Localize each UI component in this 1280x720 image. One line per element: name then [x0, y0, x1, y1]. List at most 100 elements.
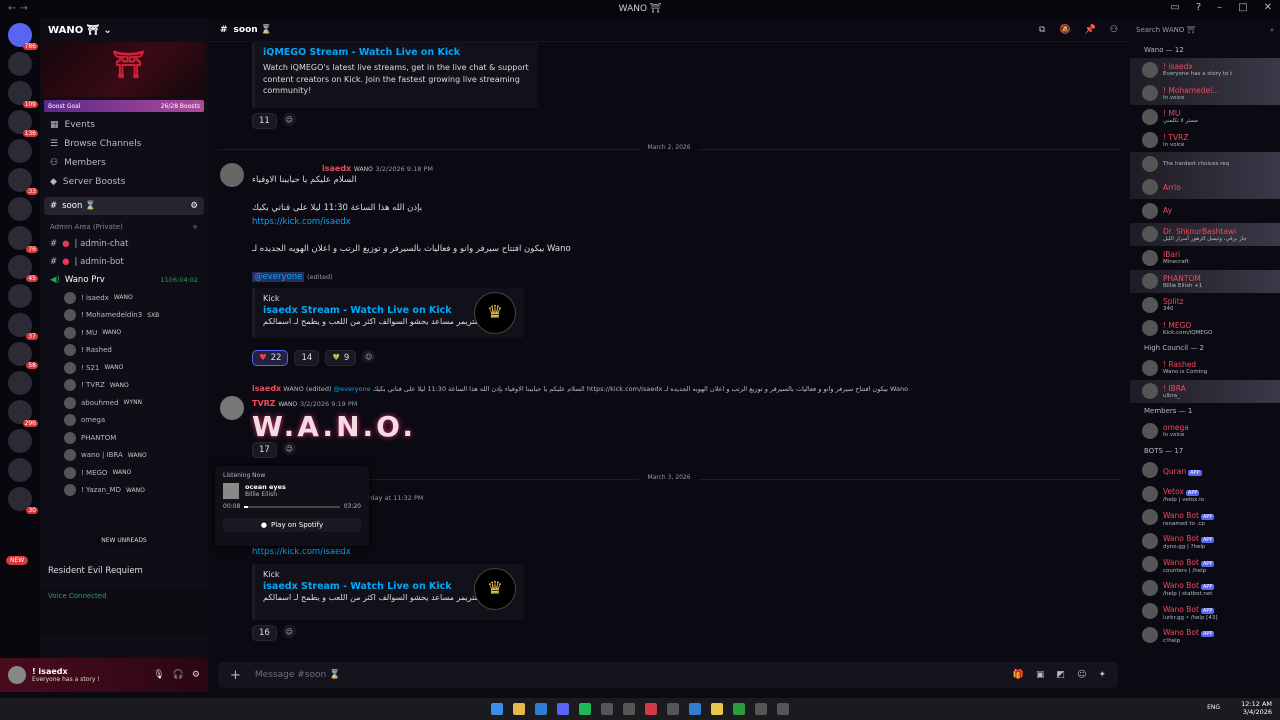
member-item[interactable]: Dr. ShkourBashtawi جاز برقي، وتيمبل الزهو… — [1130, 222, 1280, 246]
start-icon[interactable] — [491, 703, 503, 715]
member-item[interactable]: Wano Bot APP lurkr.gg • /help [43] — [1130, 600, 1280, 624]
browser-icon[interactable] — [535, 703, 547, 715]
reply-preview[interactable]: isaedx WANO (edited) @everyone السلام عل… — [252, 384, 1112, 393]
voice-user[interactable]: ! isaedx WANO — [40, 289, 208, 307]
nav-arrows[interactable]: ← → — [8, 3, 28, 14]
reaction-green-heart[interactable]: ♥ 9 — [325, 350, 357, 366]
server-icon[interactable] — [8, 458, 32, 482]
member-list-icon[interactable]: ⚇ — [1110, 25, 1118, 35]
username[interactable]: TVRZ — [252, 399, 276, 408]
discord-icon[interactable] — [557, 703, 569, 715]
avatar[interactable] — [8, 666, 26, 684]
members-item[interactable]: ⚇ Members — [40, 153, 208, 172]
reaction[interactable]: 17 — [252, 442, 277, 458]
server-icon[interactable] — [8, 371, 32, 395]
play-on-spotify-button[interactable]: ● Play on Spotify — [223, 518, 361, 532]
headphones-icon[interactable]: 🎧 — [173, 670, 184, 680]
server-icon[interactable] — [8, 139, 32, 163]
server-icon[interactable]: 109 — [8, 81, 38, 108]
app-icon[interactable] — [667, 703, 679, 715]
member-item[interactable]: Wano Bot APP c!help — [1130, 623, 1280, 647]
mention[interactable]: @everyone — [252, 272, 305, 282]
reaction[interactable]: 16 — [252, 625, 277, 641]
add-member-icon[interactable]: ⚙ — [190, 201, 198, 211]
explorer-icon[interactable] — [513, 703, 525, 715]
app-icon[interactable] — [755, 703, 767, 715]
app-icon[interactable] — [689, 703, 701, 715]
gift-icon[interactable]: 🎁 — [1013, 670, 1024, 680]
voice-user[interactable]: PHANTOM — [40, 429, 208, 447]
add-reaction-icon[interactable]: ☺ — [282, 113, 296, 126]
channel-admin-bot[interactable]: # ● | admin-bot — [40, 253, 208, 271]
voice-user[interactable]: ! Yazan_MD WANO — [40, 482, 208, 500]
add-reaction-icon[interactable]: ☺ — [362, 350, 376, 363]
new-pill[interactable]: NEW — [6, 556, 29, 565]
boost-goal-bar[interactable]: Boost Goal 26/28 Boosts — [44, 100, 204, 112]
voice-user[interactable]: ! S21 WANO — [40, 359, 208, 377]
voice-user[interactable]: ! MU WANO — [40, 324, 208, 342]
voice-user[interactable]: abouhmed WYNN — [40, 394, 208, 412]
avatar[interactable] — [220, 396, 244, 420]
avatar[interactable] — [220, 163, 244, 187]
member-item[interactable]: ! isaedx Everyone has a story to t — [1130, 58, 1280, 82]
message-link[interactable]: https://kick.com/isaedx — [252, 547, 351, 557]
server-icon[interactable]: 58 — [8, 342, 38, 369]
message-input[interactable]: + Message #soon ⌛ 🎁 ▣ ◩ ☺ ✦ — [218, 662, 1118, 688]
server-icon[interactable]: 33 — [8, 168, 38, 195]
add-reaction-icon[interactable]: ☺ — [282, 625, 296, 638]
app-icon[interactable] — [601, 703, 613, 715]
username[interactable]: isaedx — [322, 164, 351, 173]
member-item[interactable]: ! MEGO Kick.com/iQMEGO — [1130, 317, 1280, 341]
settings-icon[interactable] — [777, 703, 789, 715]
apps-icon[interactable]: ✦ — [1098, 670, 1106, 680]
server-icon[interactable] — [8, 429, 32, 453]
member-item[interactable]: Arrio — [1130, 175, 1280, 199]
server-icon[interactable]: 45 — [8, 255, 38, 282]
sticker-icon[interactable]: ◩ — [1057, 670, 1066, 680]
browse-channels-item[interactable]: ☰ Browse Channels — [40, 134, 208, 153]
threads-icon[interactable]: ⧉ — [1039, 25, 1045, 35]
member-item[interactable]: PHANTOM Billie Eilish +1 — [1130, 269, 1280, 293]
xbox-icon[interactable] — [733, 703, 745, 715]
gif-icon[interactable]: ▣ — [1036, 670, 1045, 680]
plus-icon[interactable]: + — [230, 668, 241, 683]
add-reaction-icon[interactable]: ☺ — [282, 442, 296, 455]
server-icon[interactable]: 786 — [8, 23, 38, 50]
gear-icon[interactable]: ⚙ — [192, 670, 200, 680]
member-item[interactable]: ! Rashed Wano is Coming — [1130, 356, 1280, 380]
pin-icon[interactable]: 📌 — [1085, 25, 1096, 35]
emoji-icon[interactable]: ☺ — [1077, 670, 1086, 680]
new-unreads-pill[interactable]: NEW UNREADS — [40, 532, 208, 546]
category-admin[interactable]: Admin Area (Private) + — [40, 219, 208, 235]
member-item[interactable]: ! TVRZ In voice — [1130, 129, 1280, 153]
server-icon[interactable] — [8, 284, 32, 308]
spotify-icon[interactable] — [579, 703, 591, 715]
server-header[interactable]: WANO ⛩ ⌄ — [40, 18, 208, 42]
voice-user[interactable]: ! Rashed — [40, 342, 208, 360]
close-button[interactable]: ✕ — [1264, 2, 1272, 13]
server-boosts-item[interactable]: ◆ Server Boosts — [40, 172, 208, 191]
member-item[interactable]: The hardest choices req — [1130, 152, 1280, 176]
events-item[interactable]: ▦ Events — [40, 115, 208, 134]
server-icon[interactable]: 30 — [8, 487, 38, 514]
voice-channel-wano-prv[interactable]: ◀) Wano Prv 1106:04:02 — [40, 271, 208, 289]
member-item[interactable]: Vetox APP/help | vetox.io — [1130, 482, 1280, 506]
member-item[interactable]: Wano Bot APP renamed to .cp — [1130, 506, 1280, 530]
voice-user[interactable]: omega — [40, 412, 208, 430]
reaction[interactable]: 11 — [252, 113, 277, 129]
voice-user[interactable]: ! Mohamedeldin3 SXB — [40, 307, 208, 325]
member-item[interactable]: Wano Bot APP dyno.gg | ?help — [1130, 529, 1280, 553]
minimize-button[interactable]: – — [1217, 2, 1222, 13]
mic-icon[interactable]: 🎙 — [153, 670, 164, 680]
server-icon[interactable]: 76 — [8, 226, 38, 253]
member-item[interactable]: Splitz 340 — [1130, 293, 1280, 317]
help-icon[interactable]: ? — [1196, 2, 1201, 13]
member-item[interactable]: Ay — [1130, 199, 1280, 223]
search-box[interactable]: Search WANO ⛩ ⌕ — [1130, 18, 1280, 42]
inbox-icon[interactable]: ▭ — [1170, 2, 1179, 13]
server-icon[interactable]: 296 — [8, 400, 38, 427]
voice-user[interactable]: ! TVRZ WANO — [40, 377, 208, 395]
member-item[interactable]: ! MU مستر لا تكلمني — [1130, 105, 1280, 129]
server-icon[interactable]: 136 — [8, 110, 38, 137]
mute-icon[interactable]: 🔕 — [1059, 25, 1070, 35]
